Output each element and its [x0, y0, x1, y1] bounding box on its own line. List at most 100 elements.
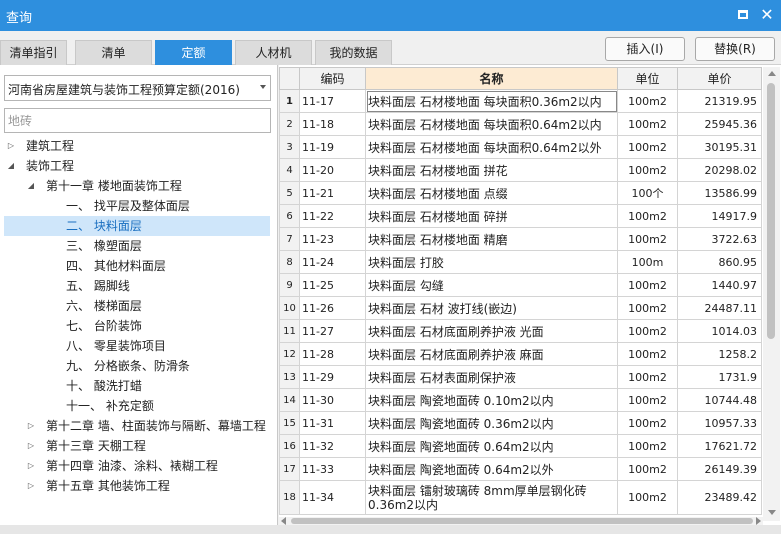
- caret-right-icon[interactable]: ▷: [26, 456, 36, 476]
- scroll-right-icon[interactable]: [756, 517, 761, 525]
- scroll-thumb[interactable]: [767, 83, 775, 339]
- row-name[interactable]: 块料面层 石材底面刷养护液 光面: [365, 319, 618, 343]
- row-index[interactable]: 7: [279, 227, 300, 251]
- row-price[interactable]: 30195.31: [677, 135, 762, 159]
- table-row[interactable]: 18 11-34 块料面层 镭射玻璃砖 8mm厚单层钢化砖 0.36m2以内 100m…: [279, 480, 762, 515]
- row-unit[interactable]: 100m2: [617, 296, 678, 320]
- caret-right-icon[interactable]: ▷: [26, 476, 36, 496]
- insert-button[interactable]: 插入(I): [605, 37, 685, 61]
- row-name[interactable]: 块料面层 石材表面刷保护液: [365, 365, 618, 389]
- row-name[interactable]: 块料面层 石材 波打线(嵌边): [365, 296, 618, 320]
- caret-down-icon[interactable]: ◢: [26, 176, 36, 196]
- row-price[interactable]: 1731.9: [677, 365, 762, 389]
- tree-item-section[interactable]: 十一、 补充定额: [0, 396, 270, 416]
- row-index[interactable]: 2: [279, 112, 300, 136]
- replace-button[interactable]: 替换(R): [695, 37, 775, 61]
- caret-right-icon[interactable]: ▷: [6, 136, 16, 156]
- row-name[interactable]: 块料面层 陶瓷地面砖 0.10m2以内: [365, 388, 618, 412]
- table-row[interactable]: 4 11-20 块料面层 石材楼地面 拼花 100m2 20298.02: [279, 158, 762, 182]
- row-index[interactable]: 13: [279, 365, 300, 389]
- tree-item-section[interactable]: 五、 踢脚线: [0, 276, 270, 296]
- row-unit[interactable]: 100m2: [617, 434, 678, 458]
- row-code[interactable]: 11-21: [299, 181, 366, 205]
- row-unit[interactable]: 100m2: [617, 388, 678, 412]
- tree-item-chapter-14[interactable]: ▷ 第十四章 油漆、涂料、裱糊工程: [0, 456, 270, 476]
- table-row[interactable]: 16 11-32 块料面层 陶瓷地面砖 0.64m2以内 100m2 17621.72: [279, 434, 762, 458]
- row-name[interactable]: 块料面层 打胶: [365, 250, 618, 274]
- table-row[interactable]: 7 11-23 块料面层 石材楼地面 精磨 100m2 3722.63: [279, 227, 762, 251]
- row-unit[interactable]: 100m2: [617, 457, 678, 481]
- tree-item-chapter-12[interactable]: ▷ 第十二章 墙、柱面装饰与隔断、幕墙工程: [0, 416, 278, 436]
- tree-item-section[interactable]: 六、 楼梯面层: [0, 296, 270, 316]
- tab-my-data[interactable]: 我的数据: [315, 40, 392, 65]
- tab-bill-guide[interactable]: 清单指引: [0, 40, 67, 65]
- row-price[interactable]: 13586.99: [677, 181, 762, 205]
- caret-right-icon[interactable]: ▷: [26, 416, 36, 436]
- maximize-icon[interactable]: [734, 6, 752, 24]
- tree-item-section[interactable]: 一、 找平层及整体面层: [0, 196, 270, 216]
- row-unit[interactable]: 100m2: [617, 273, 678, 297]
- row-name[interactable]: 块料面层 镭射玻璃砖 8mm厚单层钢化砖 0.36m2以内: [365, 480, 618, 515]
- tree-item-decoration[interactable]: ◢ 装饰工程: [0, 156, 270, 176]
- table-row[interactable]: 12 11-28 块料面层 石材底面刷养护液 麻面 100m2 1258.2: [279, 342, 762, 366]
- row-index[interactable]: 3: [279, 135, 300, 159]
- table-row[interactable]: 2 11-18 块料面层 石材楼地面 每块面积0.64m2以内 100m2 25945.…: [279, 112, 762, 136]
- column-header-code[interactable]: 编码: [299, 67, 366, 90]
- row-price[interactable]: 10957.33: [677, 411, 762, 435]
- row-name[interactable]: 块料面层 石材楼地面 每块面积0.36m2以内: [365, 89, 618, 113]
- row-index[interactable]: 10: [279, 296, 300, 320]
- row-price[interactable]: 1014.03: [677, 319, 762, 343]
- tree-item-section[interactable]: 三、 橡塑面层: [0, 236, 270, 256]
- table-row[interactable]: 11 11-27 块料面层 石材底面刷养护液 光面 100m2 1014.03: [279, 319, 762, 343]
- tab-quota[interactable]: 定额: [155, 40, 232, 65]
- row-index[interactable]: 14: [279, 388, 300, 412]
- row-price[interactable]: 24487.11: [677, 296, 762, 320]
- row-unit[interactable]: 100m2: [617, 319, 678, 343]
- row-code[interactable]: 11-23: [299, 227, 366, 251]
- column-header-name[interactable]: 名称: [365, 67, 618, 90]
- horizontal-scrollbar[interactable]: [279, 517, 763, 525]
- row-index[interactable]: 6: [279, 204, 300, 228]
- row-index[interactable]: 16: [279, 434, 300, 458]
- row-name[interactable]: 块料面层 石材楼地面 碎拼: [365, 204, 618, 228]
- scroll-up-icon[interactable]: [768, 71, 776, 76]
- row-code[interactable]: 11-25: [299, 273, 366, 297]
- row-index[interactable]: 15: [279, 411, 300, 435]
- row-index[interactable]: 9: [279, 273, 300, 297]
- row-price[interactable]: 1258.2: [677, 342, 762, 366]
- row-code[interactable]: 11-17: [299, 89, 366, 113]
- row-code[interactable]: 11-24: [299, 250, 366, 274]
- row-name[interactable]: 块料面层 石材楼地面 拼花: [365, 158, 618, 182]
- row-code[interactable]: 11-29: [299, 365, 366, 389]
- table-row[interactable]: 9 11-25 块料面层 勾缝 100m2 1440.97: [279, 273, 762, 297]
- row-price[interactable]: 21319.95: [677, 89, 762, 113]
- row-index[interactable]: 12: [279, 342, 300, 366]
- row-name[interactable]: 块料面层 陶瓷地面砖 0.64m2以内: [365, 434, 618, 458]
- tree-item-section[interactable]: 十、 酸洗打蜡: [0, 376, 270, 396]
- row-price[interactable]: 23489.42: [677, 480, 762, 515]
- row-name[interactable]: 块料面层 石材楼地面 每块面积0.64m2以内: [365, 112, 618, 136]
- tree-item-section[interactable]: 九、 分格嵌条、防滑条: [0, 356, 270, 376]
- row-index[interactable]: 18: [279, 480, 300, 515]
- caret-right-icon[interactable]: ▷: [26, 436, 36, 456]
- row-unit[interactable]: 100m2: [617, 411, 678, 435]
- row-code[interactable]: 11-22: [299, 204, 366, 228]
- row-code[interactable]: 11-28: [299, 342, 366, 366]
- library-dropdown[interactable]: 河南省房屋建筑与装饰工程预算定额(2016): [4, 75, 271, 101]
- tab-bill[interactable]: 清单: [75, 40, 152, 65]
- row-index[interactable]: 5: [279, 181, 300, 205]
- row-unit[interactable]: 100个: [617, 181, 678, 205]
- row-unit[interactable]: 100m2: [617, 227, 678, 251]
- table-row[interactable]: 5 11-21 块料面层 石材楼地面 点缀 100个 13586.99: [279, 181, 762, 205]
- caret-down-icon[interactable]: ◢: [6, 156, 16, 176]
- row-code[interactable]: 11-27: [299, 319, 366, 343]
- row-code[interactable]: 11-26: [299, 296, 366, 320]
- tree-item-chapter-11[interactable]: ◢ 第十一章 楼地面装饰工程: [0, 176, 270, 196]
- row-name[interactable]: 块料面层 石材楼地面 每块面积0.64m2以外: [365, 135, 618, 159]
- row-name[interactable]: 块料面层 石材楼地面 点缀: [365, 181, 618, 205]
- row-name[interactable]: 块料面层 石材楼地面 精磨: [365, 227, 618, 251]
- row-unit[interactable]: 100m2: [617, 480, 678, 515]
- row-unit[interactable]: 100m2: [617, 158, 678, 182]
- column-header-unit[interactable]: 单位: [617, 67, 678, 90]
- row-unit[interactable]: 100m2: [617, 135, 678, 159]
